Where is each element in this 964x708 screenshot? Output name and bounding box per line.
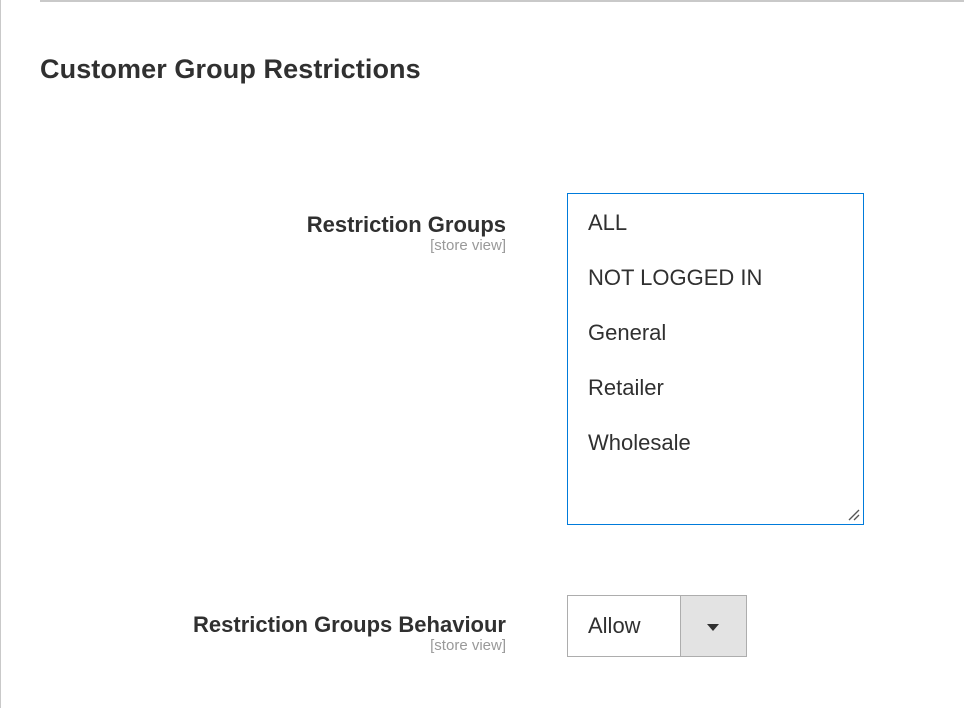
restriction-groups-behaviour-label-block: Restriction Groups Behaviour [store view… xyxy=(193,612,506,655)
restriction-groups-behaviour-label: Restriction Groups Behaviour xyxy=(193,612,506,637)
section-top-divider xyxy=(40,0,964,2)
multiselect-option-wholesale[interactable]: Wholesale xyxy=(568,423,863,478)
restriction-groups-label: Restriction Groups xyxy=(306,212,506,237)
restriction-groups-behaviour-select[interactable]: Allow xyxy=(567,595,747,657)
select-value: Allow xyxy=(588,613,641,638)
select-dropdown-button[interactable] xyxy=(680,596,746,656)
section-title: Customer Group Restrictions xyxy=(40,54,421,84)
multiselect-option-general[interactable]: General xyxy=(568,313,863,368)
chevron-down-icon xyxy=(707,624,719,631)
multiselect-option-all[interactable]: ALL xyxy=(568,203,863,258)
restriction-groups-scope: [store view] xyxy=(430,237,506,254)
section-left-divider xyxy=(0,0,1,708)
restriction-groups-multiselect[interactable]: ALL NOT LOGGED IN General Retailer Whole… xyxy=(567,193,864,525)
restriction-groups-behaviour-scope: [store view] xyxy=(430,637,506,654)
multiselect-option-not-logged-in[interactable]: NOT LOGGED IN xyxy=(568,258,863,313)
config-page: Customer Group Restrictions Restriction … xyxy=(0,0,964,708)
multiselect-option-retailer[interactable]: Retailer xyxy=(568,368,863,423)
restriction-groups-label-block: Restriction Groups [store view] xyxy=(307,212,506,255)
resize-handle-icon[interactable] xyxy=(847,508,860,521)
